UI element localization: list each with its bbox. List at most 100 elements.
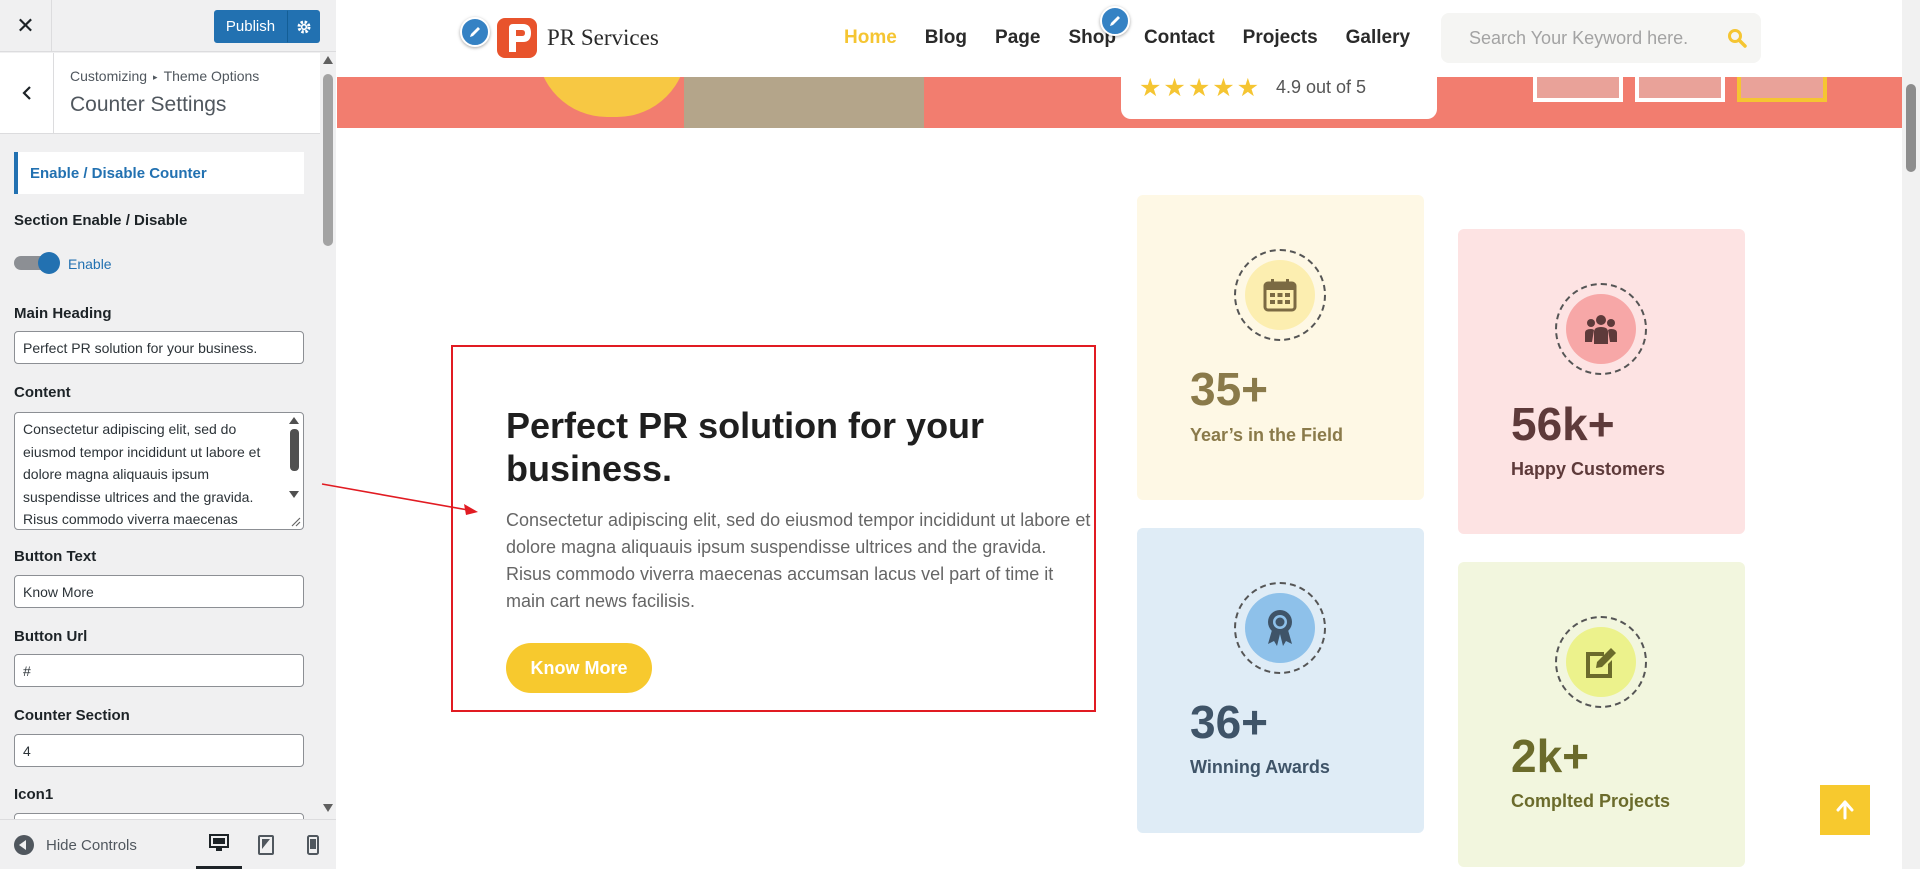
scroll-up-icon (289, 417, 299, 424)
button-text-label: Button Text (14, 548, 97, 565)
section-enable-toggle[interactable] (14, 252, 60, 274)
counter-icon-ring (1234, 582, 1326, 674)
publish-settings-button[interactable] (287, 10, 320, 43)
search-input[interactable] (1441, 13, 1721, 63)
know-more-button[interactable]: Know More (506, 643, 652, 693)
counter-label: Year’s in the Field (1190, 425, 1344, 445)
scroll-thumb[interactable] (1906, 84, 1916, 172)
scroll-down-icon (323, 804, 333, 812)
counter-value: 2 (1511, 730, 1537, 782)
edit-note-icon (1566, 627, 1636, 697)
counter-icon-ring (1234, 249, 1326, 341)
counter-number: 56k+ (1511, 397, 1615, 451)
subsection-tab[interactable]: Enable / Disable Counter (14, 152, 304, 194)
counter-section-input[interactable] (14, 734, 304, 767)
hero-thumbnail[interactable] (1635, 77, 1725, 102)
calendar-icon (1245, 260, 1315, 330)
toggle-state-label: Enable (68, 256, 112, 272)
button-text-input[interactable] (14, 575, 304, 608)
menu-item-gallery[interactable]: Gallery (1346, 27, 1410, 49)
counter-content: Consectetur adipiscing elit, sed do eius… (506, 510, 1091, 611)
menu-item-projects[interactable]: Projects (1243, 27, 1318, 49)
customizer-footer: Hide Controls (0, 819, 336, 869)
hero-thumbnail[interactable] (1533, 77, 1623, 102)
pencil-icon (470, 27, 480, 37)
menu-item-home[interactable]: Home (844, 27, 897, 49)
arrow-up-icon (1836, 800, 1854, 820)
pencil-icon (1110, 16, 1120, 26)
preview-desktop-button[interactable] (196, 820, 242, 869)
breadcrumb-item: Customizing (70, 68, 148, 84)
edit-logo-shortcut[interactable] (460, 17, 490, 47)
toggle-knob (38, 252, 60, 274)
site-logo[interactable]: PR Services (497, 18, 659, 58)
breadcrumb: Customizing ▸ Theme Options (70, 68, 259, 84)
resize-handle-icon[interactable] (289, 515, 301, 527)
rating-card: ★★★★★ 4.9 out of 5 (1121, 77, 1437, 119)
counter-value: 56 (1511, 398, 1563, 450)
logo-text: PR Services (547, 25, 659, 50)
counter-suffix: k+ (1536, 730, 1590, 782)
counter-number: 35+ (1190, 362, 1268, 416)
counter-card-awards: 36+ Winning Awards (1137, 528, 1424, 833)
scroll-thumb[interactable] (323, 74, 333, 246)
logo-mark-icon (497, 18, 537, 58)
award-icon (1245, 593, 1315, 663)
hero-thumbnail-selected[interactable] (1737, 77, 1827, 102)
close-customizer-button[interactable]: ✕ (0, 0, 52, 52)
counter-value: 35 (1190, 363, 1242, 415)
desktop-icon (209, 834, 229, 851)
counter-icon-ring (1555, 616, 1647, 708)
main-heading-input[interactable] (14, 331, 304, 364)
close-icon: ✕ (16, 13, 35, 38)
menu-item-contact[interactable]: Contact (1144, 27, 1215, 49)
scroll-up-icon (323, 56, 333, 64)
preview-mobile-button[interactable] (290, 820, 336, 869)
counter-label: Winning Awards (1190, 757, 1330, 777)
textarea-scrollbar[interactable] (287, 417, 301, 527)
main-heading-label: Main Heading (14, 305, 112, 322)
scroll-thumb[interactable] (290, 429, 299, 471)
counter-card-customers: 56k+ Happy Customers (1458, 229, 1745, 534)
sidebar-scrollbar[interactable] (320, 52, 336, 819)
icon1-label: Icon1 (14, 786, 54, 803)
button-url-input[interactable] (14, 654, 304, 687)
counter-intro-highlight: Perfect PR solution for your business. C… (451, 345, 1096, 712)
search-icon[interactable] (1727, 28, 1747, 48)
breadcrumb-separator: ▸ (153, 72, 158, 82)
hide-controls-button[interactable]: Hide Controls (14, 835, 137, 855)
menu-item-page[interactable]: Page (995, 27, 1040, 49)
preview-scrollbar[interactable] (1902, 0, 1920, 869)
chevron-left-icon (21, 86, 31, 100)
customizer-sidebar: ✕ Publish Customizing ▸ Theme Options Coun… (0, 0, 336, 869)
counter-card-years: 35+ Year’s in the Field (1137, 195, 1424, 500)
counter-suffix: + (1241, 696, 1269, 748)
counter-icon-ring (1555, 283, 1647, 375)
mobile-icon (307, 835, 319, 855)
counter-card-projects: 2k+ Complted Projects (1458, 562, 1745, 867)
rating-text: 4.9 out of 5 (1276, 77, 1367, 97)
controls-panel: Enable / Disable Counter Section Enable … (0, 134, 320, 819)
scroll-to-top-button[interactable] (1820, 785, 1870, 835)
preview-tablet-button[interactable] (243, 820, 289, 869)
counter-label: Happy Customers (1511, 459, 1666, 479)
section-title: Counter Settings (70, 93, 227, 116)
people-icon (1566, 294, 1636, 364)
counter-suffix: + (1241, 363, 1269, 415)
main-menu: Home Blog Page Shop Contact Projects Gal… (844, 27, 1438, 49)
customizer-header: ✕ Publish (0, 0, 336, 52)
counter-value: 36 (1190, 696, 1242, 748)
gear-icon (297, 20, 310, 33)
hero-image (684, 77, 924, 128)
collapse-icon (14, 835, 34, 855)
counter-suffix: k+ (1562, 398, 1615, 450)
site-header: PR Services Home Blog Page Shop Contact … (337, 0, 1902, 77)
back-button[interactable] (0, 53, 54, 133)
content-textarea[interactable]: Consectetur adipiscing elit, sed do eius… (14, 412, 304, 530)
menu-item-blog[interactable]: Blog (925, 27, 967, 49)
edit-menu-shortcut[interactable] (1100, 6, 1130, 36)
counter-label: Complted Projects (1511, 791, 1671, 811)
content-textarea-text: Consectetur adipiscing elit, sed do eius… (23, 421, 261, 527)
button-url-label: Button Url (14, 628, 88, 645)
publish-button[interactable]: Publish (214, 10, 287, 43)
